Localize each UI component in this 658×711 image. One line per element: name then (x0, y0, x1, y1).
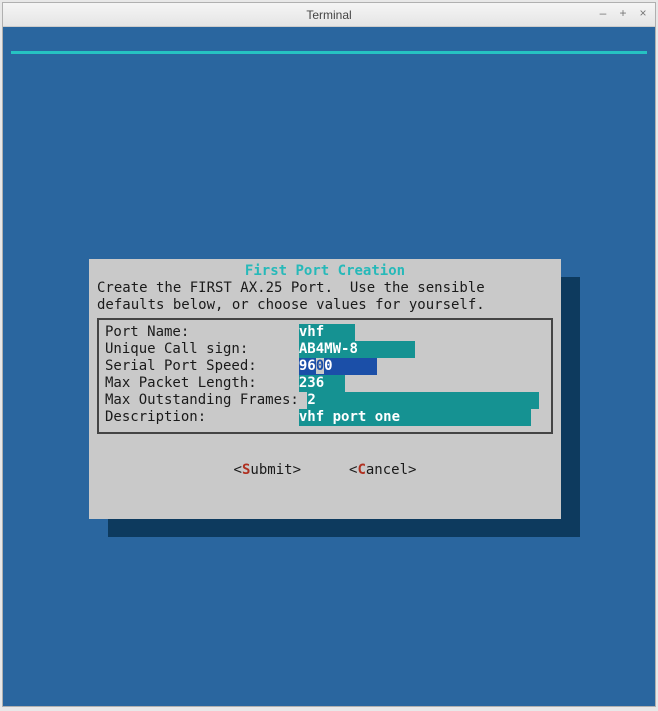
minimize-button[interactable]: – (595, 6, 611, 22)
row-port-name: Port Name: vhf (105, 324, 545, 341)
form-box: Port Name: vhf Unique Call sign: AB4MW-8… (97, 318, 553, 434)
port-creation-dialog: First Port Creation Create the FIRST AX.… (89, 259, 561, 519)
titlebar: Terminal – + × (3, 3, 655, 27)
label-port-name: Port Name: (105, 324, 299, 341)
input-packet[interactable]: 236 (299, 375, 345, 392)
cancel-button[interactable]: <Cancel> (349, 462, 416, 479)
horizontal-rule (11, 51, 647, 54)
terminal-window: Terminal – + × First Port Creation Creat… (2, 2, 656, 707)
input-call-sign[interactable]: AB4MW-8 (299, 341, 415, 358)
input-frames[interactable]: 2 (307, 392, 539, 409)
row-description: Description: vhf port one (105, 409, 545, 426)
input-speed[interactable]: 9600 (299, 358, 377, 375)
label-packet: Max Packet Length: (105, 375, 299, 392)
dialog-description: Create the FIRST AX.25 Port. Use the sen… (97, 280, 553, 314)
label-speed: Serial Port Speed: (105, 358, 299, 375)
terminal-viewport: First Port Creation Create the FIRST AX.… (3, 27, 655, 706)
row-packet: Max Packet Length: 236 (105, 375, 545, 392)
dialog-buttons: <Submit> <Cancel> (97, 462, 553, 479)
close-button[interactable]: × (635, 6, 651, 22)
submit-button[interactable]: <Submit> (234, 462, 301, 479)
row-call-sign: Unique Call sign: AB4MW-8 (105, 341, 545, 358)
row-speed: Serial Port Speed: 9600 (105, 358, 545, 375)
maximize-button[interactable]: + (615, 6, 631, 22)
row-frames: Max Outstanding Frames: 2 (105, 392, 545, 409)
dialog-title: First Port Creation (97, 263, 553, 280)
label-description: Description: (105, 409, 299, 426)
input-description[interactable]: vhf port one (299, 409, 531, 426)
label-call-sign: Unique Call sign: (105, 341, 299, 358)
window-buttons: – + × (595, 6, 651, 22)
label-frames: Max Outstanding Frames: (105, 392, 307, 409)
input-port-name[interactable]: vhf (299, 324, 355, 341)
window-title: Terminal (3, 8, 655, 22)
